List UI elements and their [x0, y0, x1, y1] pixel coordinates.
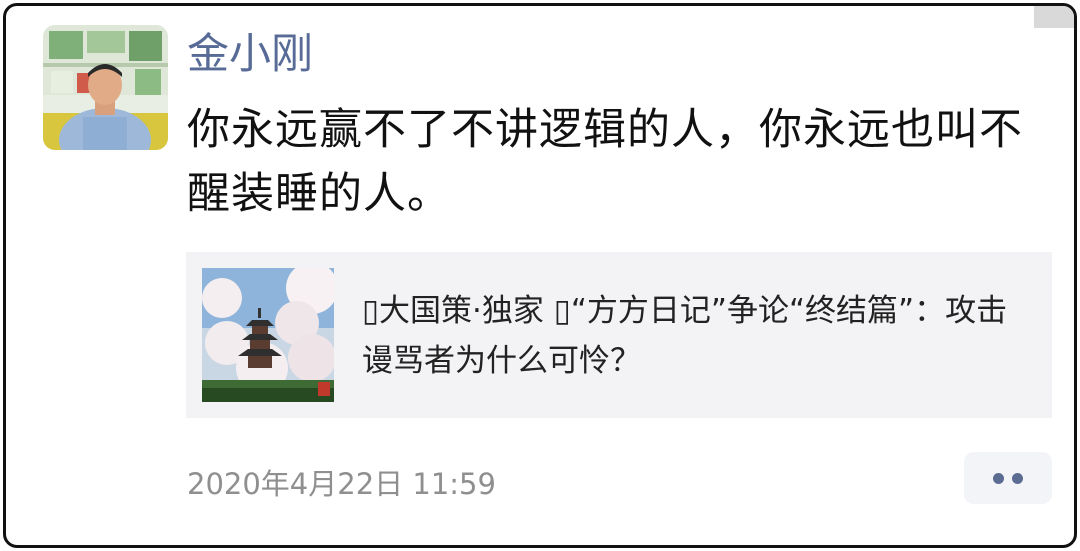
shared-article-card[interactable]: ▯大国策·独家 ▯“方方日记”争论“终结篇”：攻击谩骂者为什么可怜？	[186, 252, 1052, 418]
avatar[interactable]	[43, 25, 168, 150]
avatar-image	[43, 25, 168, 150]
moment-post-card: 金小刚 你永远赢不了不讲逻辑的人，你永远也叫不醒装睡的人。 ▯大国策·独家 ▯“…	[3, 3, 1077, 548]
post-timestamp: 2020年4月22日 11:59	[187, 467, 496, 501]
article-title: ▯大国策·独家 ▯“方方日记”争论“终结篇”：攻击谩骂者为什么可怜？	[362, 293, 1008, 379]
post-text: 你永远赢不了不讲逻辑的人，你永远也叫不醒装睡的人。	[187, 105, 1023, 219]
corner-tab	[1034, 6, 1074, 28]
more-options-button[interactable]	[964, 452, 1052, 504]
cherry-blossom-pagoda-image	[202, 268, 334, 402]
author-name[interactable]: 金小刚	[187, 28, 313, 80]
article-thumbnail	[202, 268, 334, 402]
